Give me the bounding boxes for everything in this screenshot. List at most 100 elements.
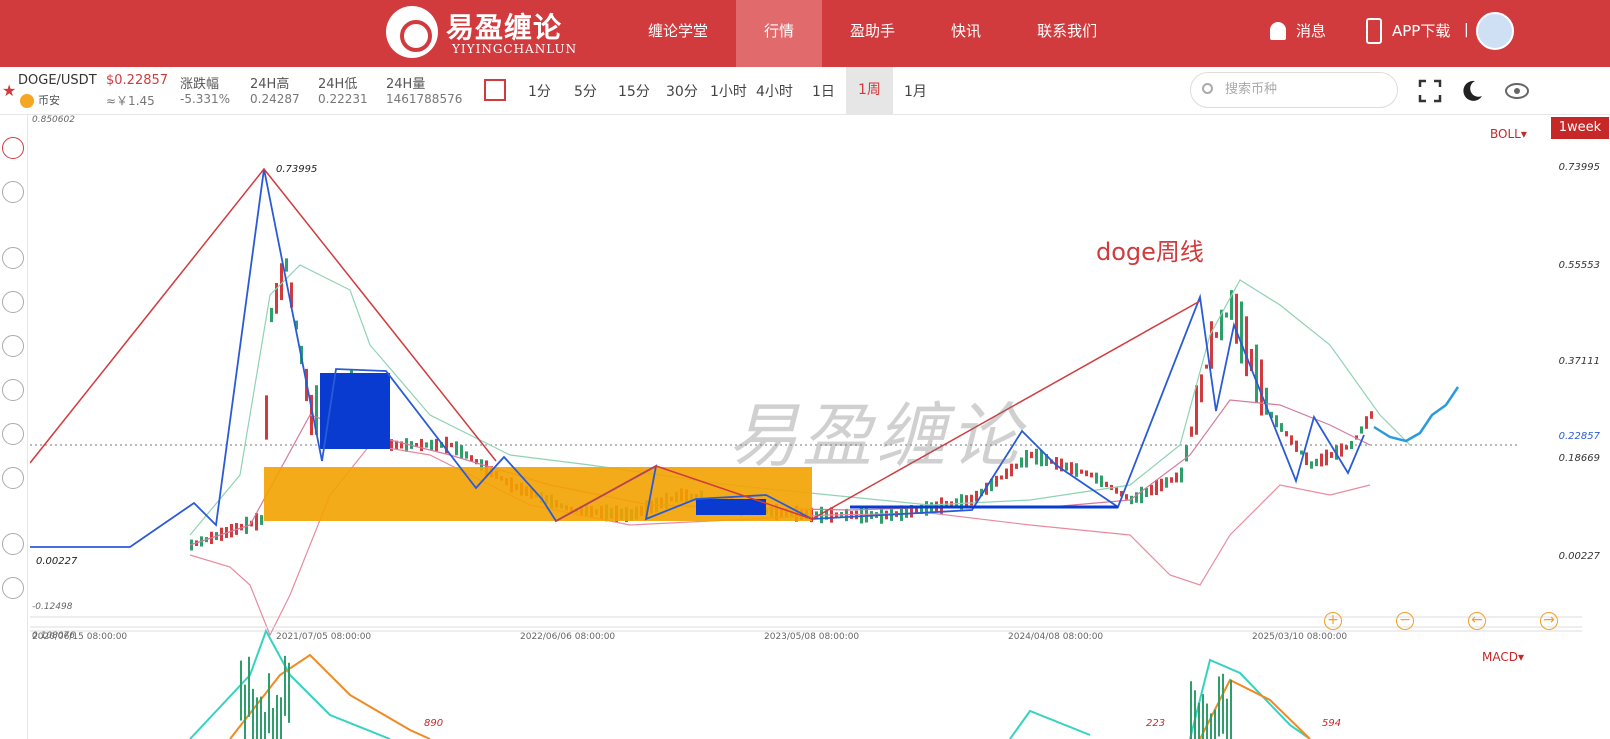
axis-price: 0.18669 — [1558, 453, 1600, 464]
date-label: 2025/03/10 08:00:00 — [1252, 632, 1348, 642]
candle — [1070, 462, 1073, 475]
tf-4h[interactable]: 4小时 — [756, 81, 793, 101]
cny-price: ≈￥1.45 — [106, 94, 155, 108]
date-label: 2021/07/05 08:00:00 — [276, 632, 372, 642]
candle — [1090, 472, 1093, 478]
zoom-in-icon[interactable]: + — [1324, 612, 1342, 630]
candle — [1215, 332, 1218, 338]
macd-bar — [1230, 679, 1232, 739]
axis-price: 0.00227 — [1558, 551, 1600, 562]
macd-bar — [1198, 702, 1200, 739]
line-tool-icon[interactable] — [2, 247, 24, 269]
scroll-left-icon[interactable]: ← — [1468, 612, 1486, 630]
change-label: 涨跌幅 — [180, 77, 220, 92]
macd-bar — [288, 662, 290, 723]
candle — [1370, 411, 1373, 419]
candle — [1085, 470, 1088, 477]
fullscreen-icon[interactable] — [1418, 79, 1442, 103]
candle — [1155, 480, 1158, 495]
candle — [1350, 440, 1353, 450]
clock-tool-icon[interactable] — [2, 533, 24, 555]
axis-current-price: 0.22857 — [1558, 431, 1600, 442]
candle — [455, 441, 458, 456]
main-nav: 缠论学堂 行情 盈助手 快讯 联系我们 — [620, 0, 1125, 67]
tf-1m[interactable]: 1分 — [528, 81, 551, 101]
low-label: 0.00227 — [36, 556, 78, 567]
eraser-tool-icon[interactable] — [2, 467, 24, 489]
logo[interactable]: 易盈缠论 YIYINGCHANLUN — [386, 4, 586, 60]
macd-pane — [30, 626, 1582, 739]
nav-item-market[interactable]: 行情 — [736, 0, 823, 67]
macd-bar — [1210, 713, 1212, 739]
cursor-tool-icon[interactable] — [2, 137, 24, 159]
tf-1h[interactable]: 1小时 — [710, 81, 747, 101]
candle — [1150, 484, 1153, 496]
tf-1mo[interactable]: 1月 — [904, 81, 927, 101]
scale-top: 0.850602 — [32, 115, 75, 125]
candle — [1065, 462, 1068, 471]
messages-link[interactable]: 消息 — [1296, 20, 1326, 41]
crosshair-tool-icon[interactable] — [2, 181, 24, 203]
tf-1w[interactable]: 1周 — [846, 67, 893, 114]
chart-annotation: doge周线 — [1096, 238, 1204, 266]
search-input[interactable]: 搜索币种 — [1190, 72, 1398, 108]
fib-tool-icon[interactable] — [2, 423, 24, 445]
chan-drawings — [30, 167, 1460, 548]
trend-tool-icon[interactable] — [2, 335, 24, 357]
nav-item-school[interactable]: 缠论学堂 — [620, 0, 736, 67]
candle — [1100, 475, 1103, 487]
low-label: 24H低 — [318, 77, 358, 92]
macd-value: 223 — [1146, 718, 1166, 729]
candle — [450, 442, 453, 448]
scale-bottom: -0.12498 — [32, 602, 73, 612]
vertical-line-tool-icon[interactable] — [2, 379, 24, 401]
nav-item-assistant[interactable]: 盈助手 — [822, 0, 923, 67]
candle — [270, 307, 273, 323]
nav-item-contact[interactable]: 联系我们 — [1009, 0, 1125, 67]
tf-1d[interactable]: 1日 — [812, 81, 835, 101]
candle — [1365, 416, 1368, 429]
candle — [1030, 451, 1033, 459]
phone-icon[interactable] — [1366, 18, 1382, 44]
app-download-link[interactable]: APP下载 — [1392, 20, 1450, 41]
candle — [1200, 374, 1203, 403]
candle — [1260, 359, 1263, 416]
eye-icon[interactable] — [1504, 79, 1530, 103]
candle — [465, 451, 468, 459]
favorite-star-icon[interactable]: ★ — [2, 81, 16, 100]
last-price: $0.22857 — [106, 73, 169, 88]
zoom-out-icon[interactable]: − — [1396, 612, 1414, 630]
tf-15m[interactable]: 15分 — [618, 81, 650, 101]
tf-5m[interactable]: 5分 — [574, 81, 597, 101]
candle — [1190, 426, 1193, 437]
avatar[interactable] — [1476, 12, 1514, 50]
date-label: 2023/05/08 08:00:00 — [764, 632, 860, 642]
rectangle-tool-icon[interactable] — [2, 291, 24, 313]
wave-tool-icon[interactable] — [2, 577, 24, 599]
exchange-name: 币安 — [38, 94, 60, 107]
candle — [1240, 301, 1243, 364]
macd-bar — [272, 707, 274, 739]
indicator-select[interactable]: BOLL▾ — [1490, 127, 1527, 141]
pair-name[interactable]: DOGE/USDT — [18, 73, 97, 88]
high-label: 24H高 — [250, 77, 290, 92]
macd-value: 594 — [1322, 718, 1342, 729]
candle — [1245, 316, 1248, 377]
bell-icon[interactable] — [1270, 22, 1286, 40]
macd-bar — [264, 711, 266, 739]
candle — [1210, 321, 1213, 369]
binance-icon — [20, 94, 34, 108]
nav-item-news[interactable]: 快讯 — [923, 0, 1009, 67]
candle — [1115, 487, 1118, 494]
macd-bar — [1206, 703, 1208, 739]
tf-30m[interactable]: 30分 — [666, 81, 698, 101]
candle — [1300, 450, 1303, 455]
candle — [970, 494, 973, 506]
low-value: 0.22231 — [318, 92, 368, 106]
scroll-right-icon[interactable]: → — [1540, 612, 1558, 630]
dark-mode-icon[interactable] — [1460, 79, 1484, 103]
macd-bar — [1218, 676, 1220, 737]
candle — [1275, 415, 1278, 428]
chart-type-toggle[interactable] — [484, 79, 506, 101]
macd-select[interactable]: MACD▾ — [1482, 650, 1524, 664]
